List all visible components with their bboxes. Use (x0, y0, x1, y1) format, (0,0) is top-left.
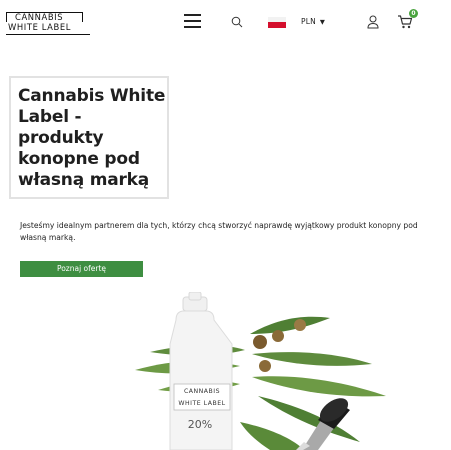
bottle-label-line-1: CANNABIS (184, 388, 220, 395)
chevron-down-icon: ▼ (319, 18, 326, 26)
logo-line-2: WHITE LABEL (8, 22, 72, 32)
menu-icon[interactable] (184, 14, 201, 28)
brand-logo[interactable]: CANNABIS WHITE LABEL (6, 12, 90, 35)
menu-icon-bar (184, 26, 201, 28)
logo-line-1: CANNABIS (15, 12, 64, 22)
user-icon[interactable] (367, 15, 379, 29)
search-icon[interactable] (231, 16, 243, 28)
oil-bottle: CANNABIS WHITE LABEL 20% (169, 292, 233, 450)
frame-border-top (9, 76, 169, 78)
menu-icon-bar (184, 20, 201, 22)
flag-red-stripe (268, 22, 286, 28)
view-offer-button[interactable]: Poznaj ofertę (20, 261, 143, 277)
cart-count-badge: 0 (409, 9, 418, 18)
logo-frame-right (82, 12, 83, 22)
site-header: CANNABIS WHITE LABEL PLN ▼ 0 (0, 0, 451, 42)
currency-selector[interactable]: PLN ▼ (301, 17, 325, 26)
currency-value: PLN (301, 17, 316, 26)
product-image: CANNABIS WHITE LABEL 20% (135, 292, 386, 450)
hero-title: Cannabis White Label - produkty konopne … (18, 86, 166, 190)
hero-description: Jesteśmy idealnym partnerem dla tych, kt… (20, 221, 418, 242)
frame-border-bottom (9, 197, 169, 199)
bottle-percentage: 20% (188, 418, 212, 431)
menu-icon-bar (184, 14, 201, 16)
poland-flag-icon[interactable] (268, 17, 286, 28)
logo-frame-bottom (6, 34, 90, 35)
logo-frame-left (6, 12, 7, 22)
frame-border-left (9, 76, 11, 199)
bottle-label-line-2: WHITE LABEL (178, 400, 225, 407)
